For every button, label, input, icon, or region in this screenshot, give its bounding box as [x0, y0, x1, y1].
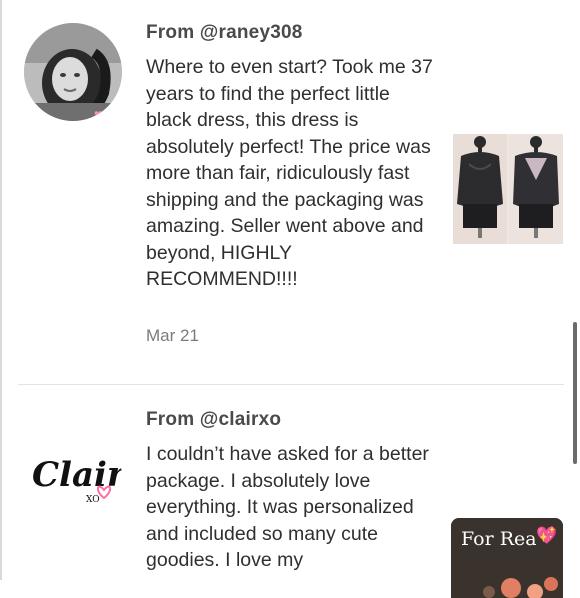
- review-item: ♥ From @raney308 Where to even start? To…: [18, 0, 564, 384]
- black-dress-photo-icon: [453, 134, 563, 244]
- avatar-logo-sub: XO: [86, 495, 100, 505]
- user-photo-avatar-icon: ♥: [24, 23, 122, 121]
- review-text: Where to even start? Took me 37 years to…: [146, 56, 433, 290]
- avatar-logo-text: Clair: [32, 455, 122, 495]
- review-photo[interactable]: For Rea 💖: [451, 518, 563, 598]
- review-date: Mar 21: [146, 326, 199, 345]
- reviewer-avatar[interactable]: Clair XO: [24, 428, 122, 526]
- photo-caption: For Rea: [461, 528, 537, 550]
- review-photo[interactable]: [453, 134, 563, 244]
- scrollbar-thumb[interactable]: [573, 322, 577, 464]
- review-item: Clair XO From @clairxo I couldn’t have a…: [18, 385, 564, 598]
- reviewer-handle[interactable]: From @raney308: [146, 22, 303, 44]
- reviewer-handle[interactable]: From @clairxo: [146, 409, 281, 431]
- svg-text:♥: ♥: [94, 106, 102, 121]
- clair-xo-logo-icon: Clair XO: [24, 428, 122, 526]
- review-text: I couldn’t have asked for a better packa…: [146, 443, 429, 571]
- scrollbar-track[interactable]: [572, 0, 580, 580]
- left-edge-rule: [0, 0, 2, 580]
- reviewer-avatar[interactable]: ♥: [24, 23, 122, 121]
- sparkle-heart-icon: 💖: [536, 526, 558, 545]
